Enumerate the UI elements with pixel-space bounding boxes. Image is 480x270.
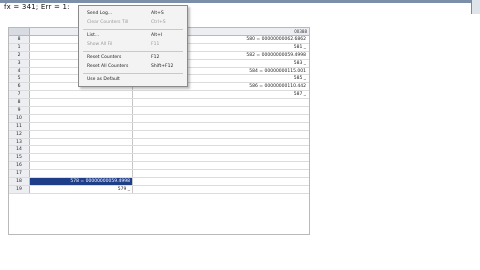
row-number[interactable]: 5 [9, 75, 30, 83]
menu-item[interactable]: List... Alt+I [87, 32, 183, 39]
table-row[interactable]: 18 578 = 00000000059.4998 [9, 178, 309, 186]
table-row[interactable]: 9 [9, 107, 309, 115]
row-number[interactable]: 8 [9, 99, 30, 107]
menu-item[interactable]: Reset All Counters Shift+F12 [87, 63, 183, 70]
row-number[interactable]: 4 [9, 67, 30, 75]
cell-a[interactable] [30, 130, 133, 138]
cell-b[interactable] [134, 170, 309, 177]
cell-a[interactable]: 579 _ [30, 185, 133, 193]
table-row[interactable]: 13 [9, 138, 309, 147]
table-row[interactable]: 10 [9, 114, 309, 123]
menu-item-label: Reset Counters [87, 55, 122, 60]
menu-item-shortcut: F12 [151, 55, 160, 60]
cell-b[interactable] [134, 123, 309, 130]
row-number[interactable]: 13 [9, 138, 30, 146]
row-number[interactable]: 8 [9, 36, 30, 43]
menu-item-label: List... [87, 33, 100, 38]
cell-a[interactable] [30, 99, 133, 107]
cell-b[interactable] [134, 146, 309, 153]
row-number[interactable]: 15 [9, 154, 30, 162]
row-number[interactable]: 18 [9, 178, 30, 185]
menu-item-shortcut: F11 [151, 42, 160, 47]
menu-item-label: Reset All Counters [87, 64, 129, 69]
menu-item-label: Clear Counters Till [87, 20, 129, 25]
row-number[interactable]: 6 [9, 83, 30, 91]
menu-item-shortcut: Shift+F12 [151, 64, 174, 69]
row-number[interactable]: 11 [9, 122, 30, 130]
cell-b[interactable] [134, 107, 309, 114]
menu-item[interactable]: Use as Default [87, 76, 183, 83]
table-row[interactable]: 16 [9, 162, 309, 171]
menu-item-shortcut: Ctrl+S [151, 20, 166, 25]
table-row[interactable]: 14 [9, 146, 309, 155]
cell-a[interactable] [30, 91, 133, 99]
row-number[interactable]: 2 [9, 51, 30, 59]
menu-item[interactable]: Show All Fil F11 [87, 41, 183, 48]
formula-bar-text: fx = 341; Err = 1: [4, 3, 70, 11]
menu-separator [83, 73, 183, 74]
cell-b[interactable] [134, 99, 309, 106]
cell-b[interactable] [134, 178, 309, 185]
menu-item[interactable]: Send Log... Alt+S [87, 10, 183, 17]
menu-separator [83, 29, 183, 30]
cell-a[interactable] [30, 122, 133, 130]
context-menu: Send Log... Alt+S Clear Counters Till Ctrl+… [78, 5, 188, 87]
menu-item-shortcut: Alt+I [151, 33, 163, 38]
row-number[interactable]: 12 [9, 130, 30, 138]
cell-a[interactable] [30, 138, 133, 146]
window-corner-control[interactable] [471, 0, 480, 14]
cell-a[interactable] [30, 162, 133, 170]
cell-a[interactable]: 578 = 00000000059.4998 [30, 178, 133, 185]
cell-b[interactable] [134, 162, 309, 169]
table-row[interactable]: 17 [9, 170, 309, 179]
table-row[interactable]: 19 579 _ [9, 185, 309, 194]
cell-a[interactable] [30, 107, 133, 114]
table-row[interactable]: 12 [9, 130, 309, 139]
row-number[interactable]: 16 [9, 162, 30, 170]
corner-header[interactable] [9, 28, 30, 35]
cell-a[interactable] [30, 114, 133, 122]
table-row[interactable]: 8 [9, 99, 309, 108]
table-row[interactable]: 15 [9, 154, 309, 163]
table-row[interactable]: 11 [9, 122, 309, 131]
menu-item-shortcut: Alt+S [151, 11, 164, 16]
row-number[interactable]: 9 [9, 107, 30, 114]
row-number[interactable]: 1 [9, 43, 30, 51]
cell-b[interactable] [134, 154, 309, 161]
cell-a[interactable] [30, 154, 133, 162]
row-number[interactable]: 14 [9, 146, 30, 154]
cell-b[interactable]: 587 _ [134, 91, 309, 98]
row-number[interactable]: 10 [9, 114, 30, 122]
menu-item[interactable]: Clear Counters Till Ctrl+S [87, 19, 183, 26]
window-top-frame [0, 0, 480, 14]
table-row[interactable]: 7 587 _ [9, 91, 309, 100]
cell-b[interactable] [134, 115, 309, 122]
row-number[interactable]: 17 [9, 170, 30, 178]
menu-item-label: Send Log... [87, 11, 113, 16]
cell-a[interactable] [30, 170, 133, 178]
menu-item-label: Show All Fil [87, 42, 113, 47]
cell-a[interactable] [30, 146, 133, 154]
cell-b[interactable] [134, 131, 309, 138]
row-number[interactable]: 19 [9, 185, 30, 193]
menu-item[interactable]: Reset Counters F12 [87, 54, 183, 61]
cell-b[interactable] [134, 139, 309, 146]
row-number[interactable]: 7 [9, 91, 30, 99]
menu-separator [83, 51, 183, 52]
menu-item-label: Use as Default [87, 77, 120, 82]
cell-b[interactable] [134, 186, 309, 193]
row-number[interactable]: 3 [9, 59, 30, 67]
